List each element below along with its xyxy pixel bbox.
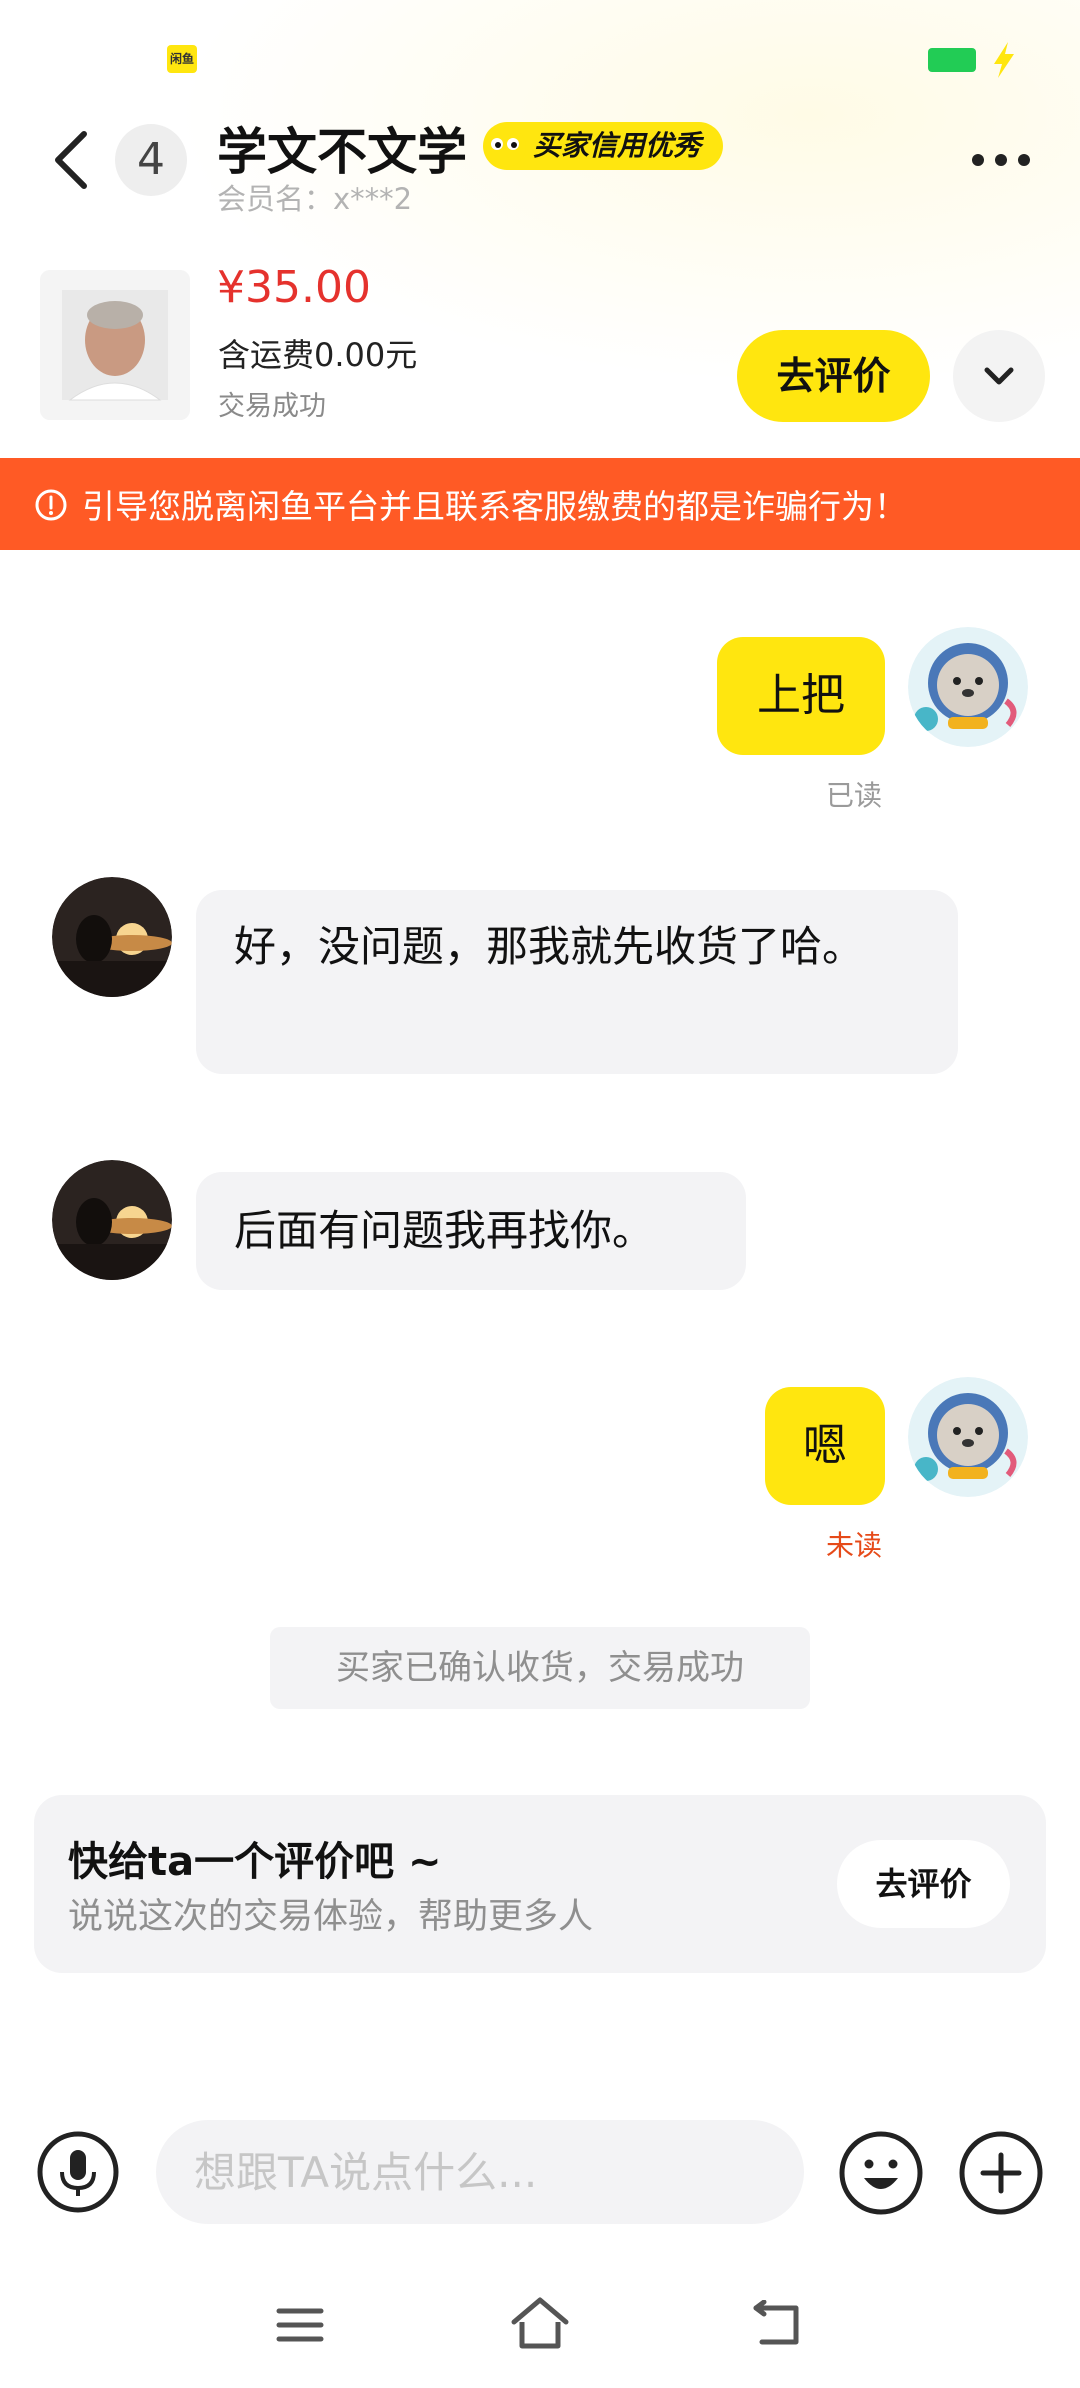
member-name: 会员名：x***2 <box>217 182 413 216</box>
message-input[interactable] <box>156 2120 804 2224</box>
product-image[interactable] <box>40 270 190 420</box>
message-bubble-received[interactable]: 后面有问题我再找你。 <box>196 1172 746 1290</box>
credit-face-icon <box>486 127 526 167</box>
microphone-icon[interactable] <box>36 2130 120 2214</box>
my-avatar[interactable] <box>908 627 1028 747</box>
warning-text: 引导您脱离闲鱼平台并且联系客服缴费的都是诈骗行为！ <box>82 487 907 526</box>
chat-partner-name[interactable]: 学文不文学 <box>217 112 467 184</box>
product-price: ¥35.00 <box>217 262 371 313</box>
battery-icon <box>928 48 976 72</box>
plus-icon[interactable] <box>958 2130 1044 2216</box>
chevron-down-icon <box>984 367 1014 385</box>
charging-icon <box>994 42 1014 78</box>
menu-icon[interactable] <box>275 2305 325 2345</box>
more-icon[interactable] <box>970 150 1032 170</box>
my-avatar[interactable] <box>908 1377 1028 1497</box>
read-status: 已读 <box>826 779 883 812</box>
system-notice: 买家已确认收货，交易成功 <box>270 1627 810 1709</box>
trade-status: 交易成功 <box>218 391 326 422</box>
rate-button[interactable]: 去评价 <box>737 330 930 422</box>
review-title: 快给ta一个评价吧 ~ <box>68 1839 442 1885</box>
message-bubble-sent[interactable]: 嗯 <box>765 1387 885 1505</box>
message-bubble-received[interactable]: 好，没问题，那我就先收货了哈。 <box>196 890 958 1074</box>
expand-button[interactable] <box>953 330 1045 422</box>
partner-avatar[interactable] <box>52 1160 172 1280</box>
review-button[interactable]: 去评价 <box>837 1840 1010 1928</box>
emoji-icon[interactable] <box>838 2130 924 2216</box>
app-notification-icon: 闲鱼 <box>167 45 197 73</box>
shipping-fee: 含运费0.00元 <box>218 336 418 374</box>
message-bubble-sent[interactable]: 上把 <box>717 637 885 755</box>
unread-count-badge[interactable]: 4 <box>115 124 187 196</box>
home-icon[interactable] <box>510 2296 570 2350</box>
review-subtitle: 说说这次的交易体验，帮助更多人 <box>68 1897 594 1937</box>
warning-icon <box>35 489 67 521</box>
unread-status: 未读 <box>826 1529 883 1562</box>
partner-avatar[interactable] <box>52 877 172 997</box>
back-icon[interactable] <box>48 128 96 192</box>
back-nav-icon[interactable] <box>752 2300 804 2348</box>
